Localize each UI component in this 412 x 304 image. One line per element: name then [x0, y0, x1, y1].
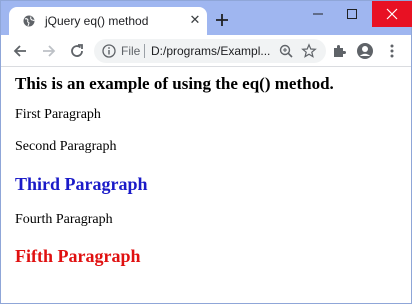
info-icon[interactable] [102, 44, 116, 58]
paragraph-2: Second Paragraph [15, 139, 117, 154]
address-url[interactable]: D:/programs/Exampl... [151, 44, 270, 58]
zoom-icon[interactable] [279, 44, 293, 58]
address-bar[interactable]: File D:/programs/Exampl... [94, 39, 326, 63]
browser-window: jQuery eq() method ✕ File D:/programs/Ex… [0, 0, 412, 304]
paragraph-4: Fourth Paragraph [15, 212, 113, 227]
close-icon[interactable]: ✕ [187, 12, 203, 28]
window-close-icon[interactable] [372, 1, 412, 27]
address-separator [144, 44, 145, 58]
new-tab-icon[interactable] [213, 11, 231, 29]
page-heading: This is an example of using the eq() met… [15, 74, 334, 93]
reload-icon[interactable] [67, 41, 87, 61]
paragraph-3: Third Paragraph [15, 174, 148, 194]
browser-toolbar: File D:/programs/Exampl... [1, 35, 411, 67]
tab-title: jQuery eq() method [45, 14, 149, 28]
browser-tab[interactable]: jQuery eq() method ✕ [9, 7, 207, 35]
menu-icon[interactable] [382, 41, 402, 61]
minimize-icon[interactable] [301, 1, 335, 27]
tab-strip: jQuery eq() method ✕ [1, 1, 412, 35]
forward-icon[interactable] [39, 41, 59, 61]
globe-icon [23, 15, 35, 27]
extensions-icon[interactable] [329, 41, 349, 61]
maximize-icon[interactable] [335, 1, 369, 27]
address-scheme: File [121, 44, 141, 58]
paragraph-5: Fifth Paragraph [15, 246, 141, 266]
profile-icon[interactable] [355, 41, 375, 61]
star-icon[interactable] [301, 43, 317, 59]
back-icon[interactable] [10, 41, 30, 61]
paragraph-1: First Paragraph [15, 107, 101, 122]
